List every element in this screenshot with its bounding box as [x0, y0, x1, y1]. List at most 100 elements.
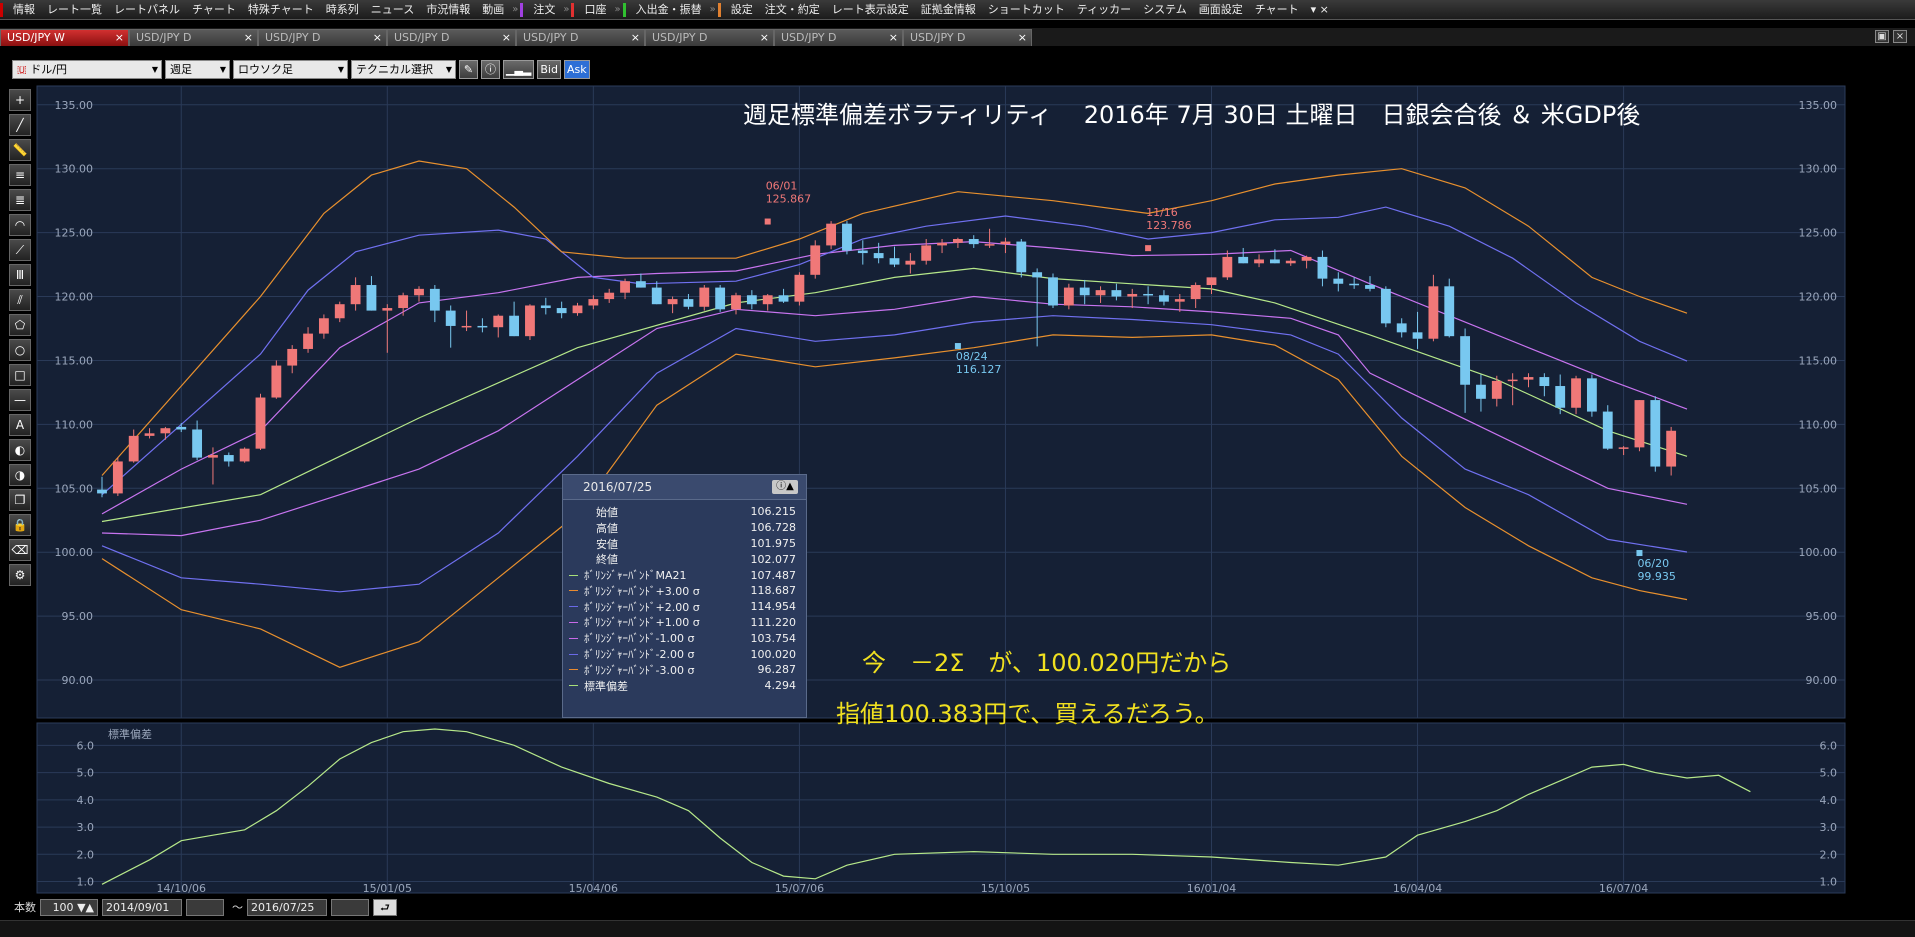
stepper-up-icon[interactable]: ▲ — [86, 901, 94, 914]
candle-body — [1476, 384, 1486, 399]
info-panel-header[interactable]: 2016/07/25 ⓘ▲ — [563, 475, 806, 500]
info-collapse-icon[interactable]: ⓘ▲ — [772, 480, 798, 494]
x-tick-label: 16/07/04 — [1599, 882, 1648, 895]
sub-tick-label-left: 6.0 — [77, 739, 95, 752]
series-swatch — [569, 511, 578, 512]
extreme-date-label: 08/24 — [956, 350, 988, 363]
candle-body — [683, 299, 694, 307]
info-value: 114.954 — [750, 600, 797, 614]
candle-body — [1396, 323, 1407, 333]
candle-body — [699, 287, 710, 307]
candle-body — [176, 426, 187, 430]
candle-body — [1254, 259, 1264, 264]
sub-tick-label-right: 2.0 — [1820, 848, 1838, 861]
candle-body — [1016, 241, 1027, 273]
candle-body — [1333, 278, 1344, 284]
candle-body — [1491, 380, 1502, 399]
count-label: 本数 — [14, 901, 36, 914]
candle-body — [97, 489, 107, 494]
info-value: 101.975 — [750, 536, 797, 550]
candle-body — [144, 433, 155, 436]
series-swatch — [569, 543, 578, 544]
price-tick-label-right: 115.00 — [1799, 354, 1838, 367]
info-row: ﾎﾞﾘﾝｼﾞｬｰﾊﾞﾝﾄﾞ-2.00 σ 100.020 — [567, 646, 796, 662]
extreme-value-label: 116.127 — [956, 363, 1002, 376]
info-value: 106.215 — [750, 505, 797, 519]
price-tick-label-left: 115.00 — [55, 354, 94, 367]
price-tick-label-left: 95.00 — [62, 610, 94, 623]
candle-body — [778, 295, 789, 302]
sub-tick-label-right: 6.0 — [1820, 739, 1838, 752]
x-tick-label: 14/10/06 — [157, 882, 206, 895]
candle-body — [366, 285, 377, 311]
candle-body — [715, 287, 726, 310]
info-label: ﾎﾞﾘﾝｼﾞｬｰﾊﾞﾝﾄﾞ-3.00 σ — [584, 663, 695, 677]
series-swatch — [569, 606, 578, 608]
info-label: ﾎﾞﾘﾝｼﾞｬｰﾊﾞﾝﾄﾞ-1.00 σ — [584, 632, 695, 646]
extreme-date-label: 06/01 — [766, 180, 798, 193]
extreme-value-label: 99.935 — [1637, 570, 1676, 583]
info-rows: 始値 106.215 高値 106.728 安値 101.975 終値 102.077 ﾎﾞﾘﾝ… — [563, 500, 806, 694]
price-tick-label-right: 130.00 — [1799, 163, 1838, 176]
candle-body — [1428, 286, 1439, 339]
status-footer — [0, 920, 1915, 937]
price-tick-label-right: 110.00 — [1799, 418, 1838, 431]
info-label: 標準偏差 — [584, 679, 628, 693]
info-row: 始値 106.215 — [567, 504, 796, 520]
extreme-marker — [1636, 550, 1643, 557]
stepper-down-icon[interactable]: ▼ — [77, 901, 85, 914]
sub-tick-label-right: 5.0 — [1820, 767, 1838, 780]
refresh-button[interactable]: ⮐ — [373, 898, 397, 916]
x-tick-label: 15/07/06 — [775, 882, 824, 895]
candle-body — [350, 285, 361, 305]
annotation-note-1: 今 －2Σ が、100.020円だから — [862, 649, 1231, 677]
candle-body — [826, 223, 837, 246]
end-time-field[interactable] — [331, 898, 369, 916]
candle-body — [1365, 285, 1375, 289]
candle-body — [620, 281, 630, 293]
candle-body — [318, 318, 329, 334]
candle-body — [1285, 260, 1296, 264]
candle-body — [556, 308, 567, 314]
x-tick-label: 15/10/05 — [981, 882, 1030, 895]
start-date-field[interactable]: 2014/09/01 — [102, 898, 182, 916]
range-bar: 本数 100 ▼▲ 2014/09/01 ～ 2016/07/25 ⮐ — [0, 897, 1915, 917]
end-date-field[interactable]: 2016/07/25 — [247, 898, 327, 916]
candle-body — [1190, 285, 1201, 300]
info-row: 標準偏差 4.294 — [567, 678, 796, 694]
info-label: ﾎﾞﾘﾝｼﾞｬｰﾊﾞﾝﾄﾞ+3.00 σ — [584, 584, 700, 598]
sub-tick-label-right: 1.0 — [1820, 876, 1838, 889]
candle-body — [477, 325, 488, 328]
candle-body — [1143, 293, 1154, 296]
candle-body — [461, 325, 472, 328]
candle-body — [667, 299, 678, 305]
info-label: ﾎﾞﾘﾝｼﾞｬｰﾊﾞﾝﾄﾞ+1.00 σ — [584, 616, 700, 630]
price-tick-label-right: 125.00 — [1799, 227, 1838, 240]
count-field[interactable]: 100 ▼▲ — [40, 898, 98, 916]
candle-body — [160, 428, 171, 434]
series-swatch — [569, 685, 578, 687]
price-tick-label-left: 105.00 — [55, 482, 94, 495]
extreme-marker — [954, 343, 961, 350]
info-row: ﾎﾞﾘﾝｼﾞｬｰﾊﾞﾝﾄﾞ-1.00 σ 103.754 — [567, 630, 796, 646]
candle-body — [334, 304, 345, 319]
candle-body — [968, 239, 979, 245]
start-time-field[interactable] — [186, 898, 224, 916]
candle-body — [255, 397, 266, 449]
extreme-date-label: 11/16 — [1146, 206, 1178, 219]
candle-body — [1174, 299, 1185, 302]
price-chart[interactable]: 135.00 135.00 130.00 130.00 125.00 125.00 120.… — [0, 0, 1915, 937]
candle-body — [889, 258, 900, 265]
info-row: ﾎﾞﾘﾝｼﾞｬｰﾊﾞﾝﾄﾞMA21 107.487 — [567, 567, 796, 583]
candle-body — [1555, 386, 1566, 408]
candle-body — [1048, 277, 1058, 306]
price-tick-label-right: 105.00 — [1799, 482, 1838, 495]
sub-tick-label-right: 4.0 — [1820, 794, 1838, 807]
candle-body — [635, 281, 646, 288]
sub-plot-area[interactable] — [36, 722, 1846, 894]
info-value: 111.220 — [750, 615, 797, 629]
info-row: 高値 106.728 — [567, 520, 796, 536]
price-tick-label-left: 135.00 — [55, 99, 94, 112]
series-swatch — [569, 621, 578, 623]
sub-tick-label-left: 5.0 — [77, 767, 95, 780]
